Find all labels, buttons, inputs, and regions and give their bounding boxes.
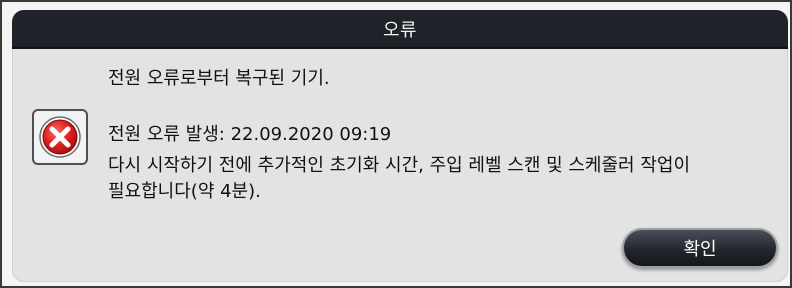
error-icon xyxy=(39,116,81,158)
message-recovered: 전원 오류로부터 복구된 기기. xyxy=(108,68,330,89)
screen-frame: 오류 전원 오류로부터 복구된 기기. 전원 오류 발생: 22.09.2020… xyxy=(0,0,792,288)
dialog-titlebar: 오류 xyxy=(12,10,788,49)
dialog-title: 오류 xyxy=(382,19,418,41)
error-dialog: 오류 전원 오류로부터 복구된 기기. 전원 오류 발생: 22.09.2020… xyxy=(12,10,788,282)
confirm-button-label: 확인 xyxy=(683,239,717,260)
confirm-button[interactable]: 확인 xyxy=(622,228,778,268)
message-power-failure-time: 전원 오류 발생: 22.09.2020 09:19 xyxy=(108,124,392,145)
dialog-body: 전원 오류로부터 복구된 기기. 전원 오류 발생: 22.09.2020 09… xyxy=(12,49,788,282)
error-icon-frame xyxy=(32,109,88,165)
message-restart-info: 다시 시작하기 전에 추가적인 초기화 시간, 주입 레벨 스캔 및 스케줄러 … xyxy=(108,155,691,202)
